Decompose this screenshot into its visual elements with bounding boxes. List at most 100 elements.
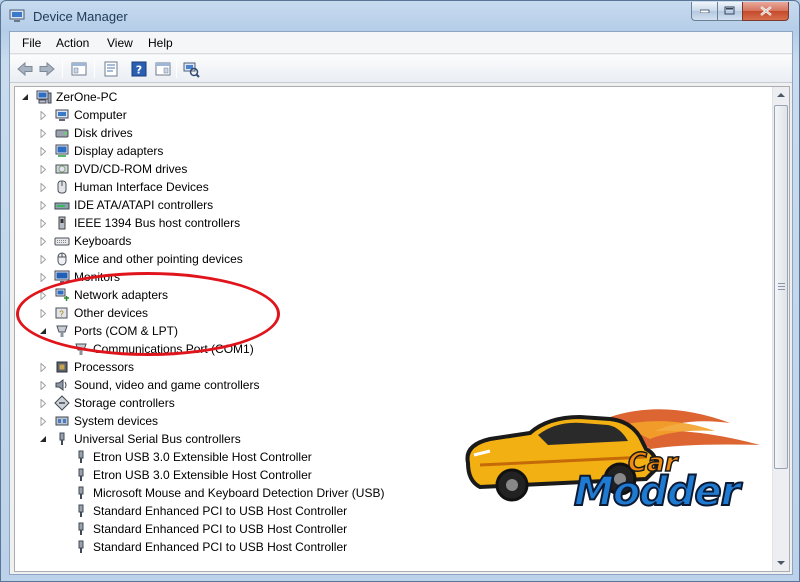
scrollbar-grip (778, 283, 785, 284)
window-title: Device Manager (33, 9, 128, 24)
expand-arrow-icon[interactable] (39, 128, 48, 138)
console-icon[interactable] (154, 60, 172, 78)
tree-device-item[interactable]: Microsoft Mouse and Keyboard Detection D… (58, 484, 384, 502)
tree-item-label: Other devices (74, 306, 149, 320)
keyboard-icon (54, 237, 70, 246)
expand-arrow-icon[interactable] (39, 110, 48, 120)
collapse-arrow-icon[interactable] (21, 93, 30, 102)
expand-arrow-icon[interactable] (39, 200, 48, 210)
tree-item-label: Display adapters (74, 144, 164, 158)
forward-arrow-icon[interactable] (38, 60, 56, 78)
menu-file[interactable]: File (22, 36, 41, 50)
tree-category-mouse[interactable]: Mice and other pointing devices (39, 250, 243, 268)
tree-category-keyboard[interactable]: Keyboards (39, 232, 131, 250)
computer-icon (55, 109, 69, 121)
tree-root-computer[interactable]: ZerOne-PC (21, 88, 117, 106)
tree-category-processor[interactable]: Processors (39, 358, 134, 376)
storage-controller-icon (54, 395, 70, 411)
maximize-button[interactable] (717, 2, 743, 21)
tree-item-label: IDE ATA/ATAPI controllers (74, 198, 214, 212)
other-devices-icon: ? (55, 307, 68, 319)
tree-item-label: Universal Serial Bus controllers (74, 432, 241, 446)
tree-category-ide-controller[interactable]: IDE ATA/ATAPI controllers (39, 196, 213, 214)
usb-icon (78, 522, 84, 535)
tree-category-monitor[interactable]: Monitors (39, 268, 120, 286)
help-icon[interactable]: ? (130, 60, 148, 78)
svg-text:?: ? (136, 64, 142, 77)
menu-help[interactable]: Help (148, 36, 173, 50)
tree-item-label: Human Interface Devices (74, 180, 209, 194)
tree-category-display-adapter[interactable]: Display adapters (39, 142, 163, 160)
back-arrow-icon[interactable] (16, 60, 34, 78)
usb-icon (59, 432, 65, 445)
expand-arrow-icon[interactable] (39, 380, 48, 390)
expand-arrow-icon[interactable] (39, 416, 48, 426)
expand-arrow-icon[interactable] (39, 164, 48, 174)
tree-category-sound[interactable]: Sound, video and game controllers (39, 376, 259, 394)
scrollbar-grip (778, 289, 785, 290)
tree-item-label: Ports (COM & LPT) (74, 324, 179, 338)
tree-device-item[interactable]: Etron USB 3.0 Extensible Host Controller (58, 448, 312, 466)
tree-category-other-devices[interactable]: ? Other devices (39, 304, 148, 322)
tree-item-label: Etron USB 3.0 Extensible Host Controller (93, 468, 312, 482)
tree-device-item[interactable]: Etron USB 3.0 Extensible Host Controller (58, 466, 312, 484)
svg-text:?: ? (59, 310, 64, 319)
minimize-button[interactable] (691, 2, 718, 21)
toolbar-separator (94, 60, 95, 78)
tree-device-item[interactable]: Communications Port (COM1) (58, 340, 254, 358)
usb-icon (78, 540, 84, 553)
ide-controller-icon (54, 202, 70, 210)
tree-device-item[interactable]: Standard Enhanced PCI to USB Host Contro… (58, 502, 347, 520)
expand-arrow-icon[interactable] (39, 308, 48, 318)
tree-device-item[interactable]: Standard Enhanced PCI to USB Host Contro… (58, 520, 347, 538)
expand-arrow-icon[interactable] (39, 272, 48, 282)
menu-bar: File Action View Help (10, 32, 792, 54)
expand-arrow-icon[interactable] (39, 146, 48, 156)
tree-device-item[interactable]: Standard Enhanced PCI to USB Host Contro… (58, 538, 347, 556)
maximize-icon (724, 6, 735, 15)
tree-category-hid[interactable]: Human Interface Devices (39, 178, 209, 196)
tree-category-storage-controller[interactable]: Storage controllers (39, 394, 175, 412)
scroll-down-arrow-icon[interactable] (773, 554, 789, 571)
console-tree-icon[interactable] (70, 60, 88, 78)
tree-item-label: Communications Port (COM1) (93, 342, 254, 356)
tree-item-label: Disk drives (74, 126, 133, 140)
menu-view[interactable]: View (107, 36, 133, 50)
tree-category-usb[interactable]: Universal Serial Bus controllers (39, 430, 241, 448)
expand-arrow-icon[interactable] (39, 236, 48, 246)
properties-icon[interactable] (102, 60, 120, 78)
close-button[interactable] (742, 2, 789, 21)
expand-arrow-icon[interactable] (39, 218, 48, 228)
tree-item-label: Computer (74, 108, 127, 122)
minimize-icon (699, 9, 709, 13)
tree-item-label: ZerOne-PC (56, 90, 118, 104)
tree-category-port[interactable]: Ports (COM & LPT) (39, 322, 178, 340)
title-bar[interactable]: Device Manager (1, 1, 799, 31)
disk-drive-icon (55, 129, 69, 138)
expand-arrow-icon[interactable] (39, 290, 48, 300)
tree-category-disk-drive[interactable]: Disk drives (39, 124, 133, 142)
usb-icon (78, 450, 84, 463)
collapse-arrow-icon[interactable] (39, 327, 48, 336)
tree-item-label: Standard Enhanced PCI to USB Host Contro… (93, 522, 348, 536)
expand-arrow-icon[interactable] (39, 362, 48, 372)
expand-arrow-icon[interactable] (39, 254, 48, 264)
tree-category-system-device[interactable]: System devices (39, 412, 158, 430)
toolbar-separator (62, 60, 63, 78)
expand-arrow-icon[interactable] (39, 398, 48, 408)
tree-category-dvd-drive[interactable]: DVD/CD-ROM drives (39, 160, 187, 178)
menu-action[interactable]: Action (56, 36, 89, 50)
tree-item-label: Keyboards (74, 234, 132, 248)
toolbar: ? (10, 55, 792, 83)
scan-hardware-icon[interactable] (182, 60, 200, 78)
tree-category-network-adapter[interactable]: Network adapters (39, 286, 168, 304)
expand-arrow-icon[interactable] (39, 182, 48, 192)
tree-category-computer[interactable]: Computer (39, 106, 127, 124)
tree-category-firewire[interactable]: IEEE 1394 Bus host controllers (39, 214, 240, 232)
system-device-icon (55, 416, 69, 426)
monitor-icon (54, 270, 70, 283)
tree-item-label: System devices (74, 414, 159, 428)
device-manager-app-icon (9, 9, 25, 22)
scroll-up-arrow-icon[interactable] (773, 87, 789, 104)
collapse-arrow-icon[interactable] (39, 435, 48, 444)
